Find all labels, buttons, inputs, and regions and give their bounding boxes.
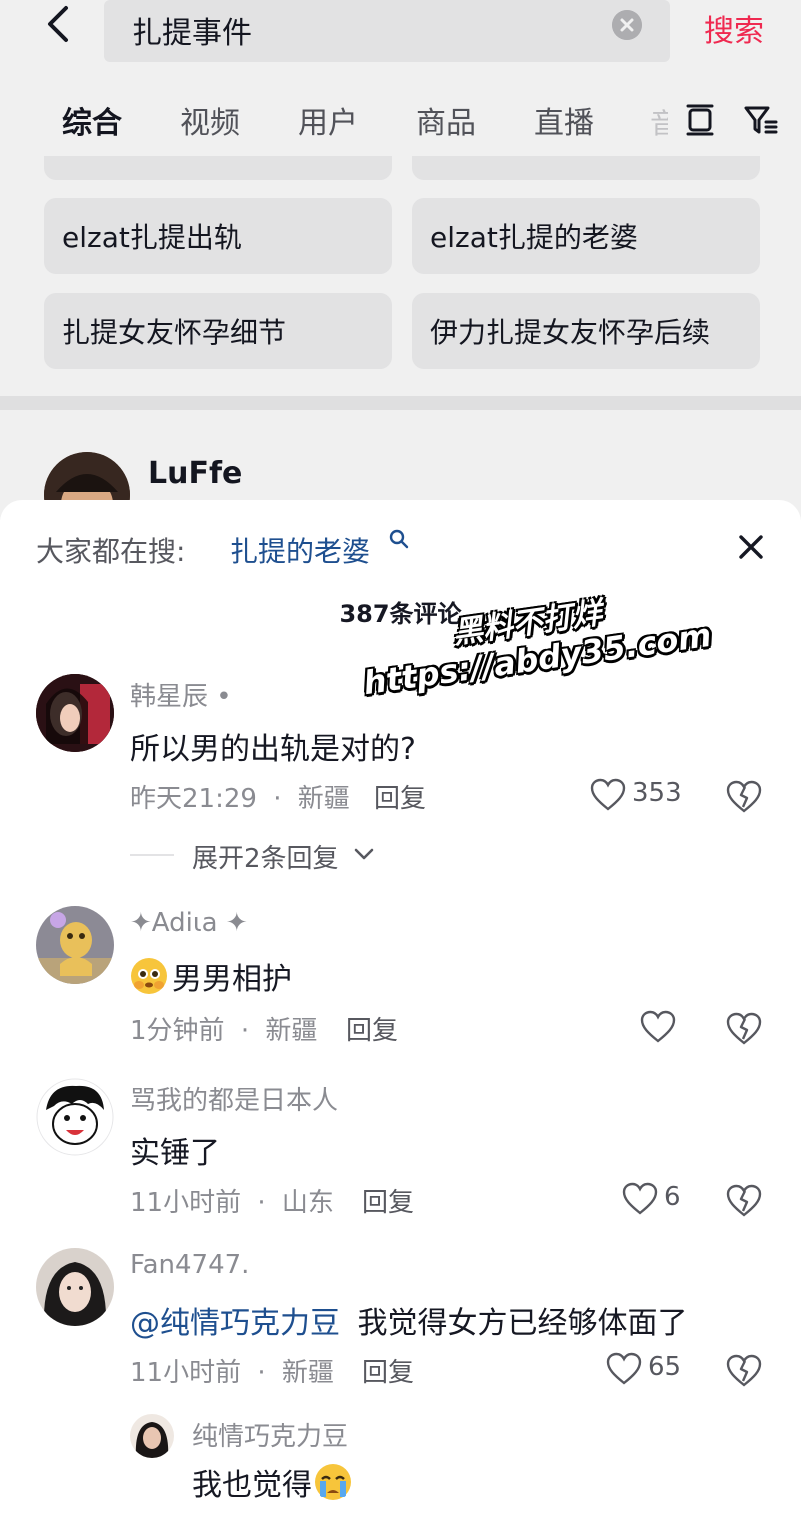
heart-icon bbox=[622, 1182, 658, 1215]
avatar-image bbox=[36, 1078, 114, 1156]
mention-link[interactable]: @纯情巧克力豆 bbox=[130, 1306, 340, 1341]
like-button[interactable]: 6 bbox=[622, 1180, 692, 1220]
background-dim-overlay bbox=[0, 0, 801, 520]
comment-text: 我觉得女方已经够体面了 bbox=[357, 1306, 688, 1341]
dislike-icon[interactable] bbox=[724, 1008, 764, 1048]
expand-replies-label: 展开2条回复 bbox=[192, 844, 339, 874]
reply-button[interactable]: 回复 bbox=[362, 1182, 414, 1219]
expand-replies-button[interactable]: 展开2条回复 bbox=[130, 836, 390, 876]
reply-text: 我也觉得 bbox=[192, 1468, 312, 1503]
reply-user-name[interactable]: 纯情巧克力豆 bbox=[192, 1416, 348, 1453]
like-count: 65 bbox=[648, 1352, 682, 1382]
comment-text: 男男相护 bbox=[172, 962, 292, 997]
avatar-image bbox=[36, 1248, 114, 1326]
expand-line bbox=[130, 854, 174, 856]
avatar-image bbox=[130, 1414, 174, 1458]
chevron-down-icon bbox=[354, 848, 374, 860]
like-count: 353 bbox=[632, 778, 682, 808]
comment-sheet: 大家都在搜: 扎提的老婆 387条评论 韩星辰 • 所以男的出轨是对的? 昨天2… bbox=[0, 500, 801, 1521]
crying-face-emoji-icon bbox=[315, 1464, 351, 1500]
search-results-page: 扎提事件 搜索 综合 视频 用户 商品 直播 音 elzat扎提出轨 elzat… bbox=[0, 0, 801, 538]
reply-button[interactable]: 回复 bbox=[346, 1010, 398, 1047]
comment-meta: 11小时前 · 山东 bbox=[130, 1182, 334, 1219]
comment-time: 1分钟前 bbox=[130, 1016, 225, 1046]
trending-label: 大家都在搜: bbox=[36, 535, 186, 568]
reply-text-row: 我也觉得 bbox=[192, 1460, 352, 1504]
comment-time: 昨天21:29 bbox=[130, 784, 257, 814]
avatar-image bbox=[36, 674, 114, 752]
commenter-name[interactable]: 韩星辰 • bbox=[130, 676, 232, 713]
dislike-icon[interactable] bbox=[724, 776, 764, 816]
close-icon[interactable] bbox=[736, 532, 766, 562]
comment-location: 新疆 bbox=[297, 784, 350, 814]
like-button[interactable] bbox=[640, 1008, 680, 1048]
meta-separator: · bbox=[257, 1358, 266, 1388]
comment-time: 11小时前 bbox=[130, 1188, 242, 1218]
meta-separator: · bbox=[240, 1016, 250, 1046]
comment-meta: 11小时前 · 新疆 bbox=[130, 1352, 334, 1389]
heart-icon bbox=[640, 1010, 676, 1043]
commenter-avatar[interactable] bbox=[36, 674, 114, 752]
like-button[interactable]: 65 bbox=[606, 1350, 686, 1390]
comment-location: 山东 bbox=[281, 1188, 334, 1218]
search-icon bbox=[389, 529, 409, 549]
comment-meta: 1分钟前 · 新疆 bbox=[130, 1010, 317, 1047]
commenter-avatar[interactable] bbox=[36, 906, 114, 984]
comment-text-row: @纯情巧克力豆 我觉得女方已经够体面了 bbox=[130, 1298, 688, 1342]
avatar-image bbox=[36, 906, 114, 984]
dislike-icon[interactable] bbox=[724, 1350, 764, 1390]
meta-separator: · bbox=[273, 784, 282, 814]
meta-separator: · bbox=[257, 1188, 266, 1218]
reply-button[interactable]: 回复 bbox=[374, 778, 426, 815]
commenter-avatar[interactable] bbox=[36, 1078, 114, 1156]
dislike-icon[interactable] bbox=[724, 1180, 764, 1220]
comment-text-row: 男男相护 bbox=[130, 954, 292, 998]
comment-text: 所以男的出轨是对的? bbox=[130, 732, 416, 767]
like-count: 6 bbox=[664, 1182, 681, 1212]
heart-icon bbox=[606, 1352, 642, 1385]
reply-button[interactable]: 回复 bbox=[362, 1352, 414, 1389]
commenter-avatar[interactable] bbox=[36, 1248, 114, 1326]
reply-avatar[interactable] bbox=[130, 1414, 174, 1458]
comment-text: 实锤了 bbox=[130, 1136, 220, 1171]
commenter-name[interactable]: ✦Adiιa ✦ bbox=[130, 908, 248, 938]
heart-icon bbox=[590, 778, 626, 811]
comment-location: 新疆 bbox=[281, 1358, 334, 1388]
commenter-name[interactable]: Fan4747. bbox=[130, 1250, 249, 1280]
comment-time: 11小时前 bbox=[130, 1358, 242, 1388]
like-button[interactable]: 353 bbox=[590, 776, 690, 816]
trending-search-link[interactable]: 扎提的老婆 bbox=[230, 530, 370, 570]
commenter-name[interactable]: 骂我的都是日本人 bbox=[130, 1080, 338, 1117]
comment-location: 新疆 bbox=[265, 1016, 318, 1046]
comment-meta: 昨天21:29 · 新疆 bbox=[130, 778, 350, 815]
pleading-face-emoji-icon bbox=[131, 958, 167, 994]
